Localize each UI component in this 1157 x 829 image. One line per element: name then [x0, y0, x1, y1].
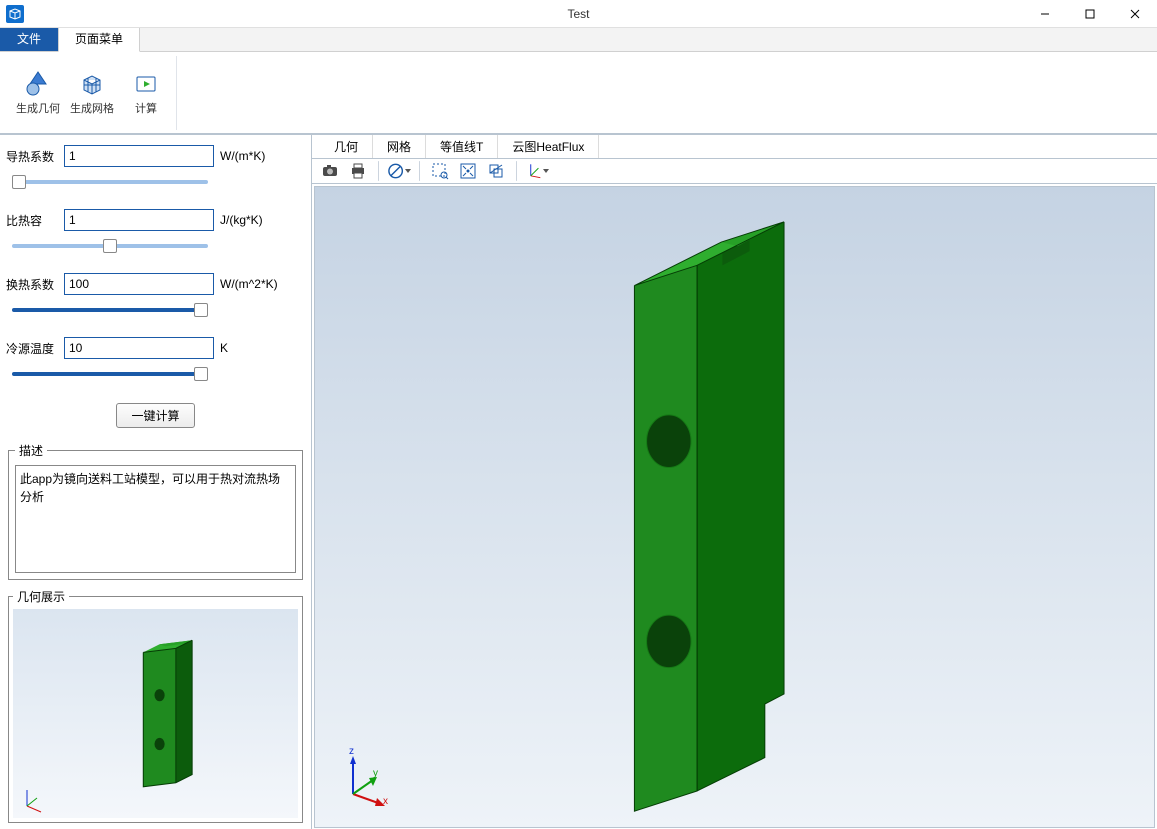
param-conductivity: 导热系数 W/(m*K) — [6, 145, 305, 201]
parameters-panel: 导热系数 W/(m*K) 比热容 J/(kg*K) 换热系数 W/(m^2*K) — [0, 135, 312, 829]
print-icon[interactable] — [346, 159, 370, 183]
zoom-rect-icon[interactable] — [428, 159, 452, 183]
file-tab-file[interactable]: 文件 — [0, 25, 58, 51]
toolbar-separator — [516, 161, 517, 181]
axis-triad: z x y — [333, 750, 393, 813]
geom-preview-fieldset: 几何展示 — [8, 588, 303, 823]
main-shape — [315, 187, 1154, 827]
one-click-calc-button[interactable]: 一键计算 — [116, 403, 194, 428]
camera-icon[interactable] — [318, 159, 342, 183]
geom-preview-canvas[interactable] — [13, 609, 298, 818]
preview-shape — [13, 609, 298, 818]
file-tabs: 文件 页面菜单 — [0, 28, 1157, 52]
heat-capacity-slider[interactable] — [12, 244, 208, 248]
window-controls — [1022, 0, 1157, 28]
play-icon — [132, 70, 160, 98]
geom-preview-legend: 几何展示 — [13, 588, 69, 605]
gen-mesh-button[interactable]: 生成网格 — [68, 56, 116, 130]
description-text: 此app为镜向送料工站模型，可以用于热对流热场分析 — [15, 465, 296, 573]
param-heat-capacity: 比热容 J/(kg*K) — [6, 209, 305, 265]
cube-mesh-icon — [78, 70, 106, 98]
3d-viewport[interactable]: z x y — [314, 186, 1155, 828]
no-entry-icon[interactable] — [387, 159, 411, 183]
htc-unit: W/(m^2*K) — [220, 277, 278, 291]
heat-capacity-input[interactable] — [64, 209, 214, 231]
ribbon-group: 生成几何 生成网格 计算 — [8, 56, 177, 130]
htc-input[interactable] — [64, 273, 214, 295]
gen-geom-label: 生成几何 — [16, 100, 60, 116]
maximize-button[interactable] — [1067, 0, 1112, 28]
heat-capacity-unit: J/(kg*K) — [220, 213, 263, 227]
transparency-icon[interactable] — [484, 159, 508, 183]
shapes-icon — [24, 70, 52, 98]
conductivity-label: 导热系数 — [6, 148, 58, 165]
window-title: Test — [0, 7, 1157, 21]
cold-temp-slider[interactable] — [12, 372, 208, 376]
compute-button[interactable]: 计算 — [122, 56, 170, 130]
fit-view-icon[interactable] — [456, 159, 480, 183]
cold-temp-unit: K — [220, 341, 228, 355]
view-tab-cloud[interactable]: 云图HeatFlux — [498, 135, 599, 158]
htc-label: 换热系数 — [6, 276, 58, 293]
heat-capacity-label: 比热容 — [6, 212, 58, 229]
view-tab-contour[interactable]: 等值线T — [426, 135, 498, 158]
minimize-button[interactable] — [1022, 0, 1067, 28]
compute-label: 计算 — [135, 100, 157, 116]
ribbon: 生成几何 生成网格 计算 — [0, 52, 1157, 134]
description-fieldset: 描述 此app为镜向送料工站模型，可以用于热对流热场分析 — [8, 442, 303, 580]
axes-icon[interactable] — [525, 159, 549, 183]
toolbar-separator — [378, 161, 379, 181]
title-bar: Test — [0, 0, 1157, 28]
axis-y-label: y — [373, 768, 378, 779]
conductivity-slider[interactable] — [12, 180, 208, 184]
view-tab-mesh[interactable]: 网格 — [373, 135, 426, 158]
view-tab-geom[interactable]: 几何 — [320, 135, 373, 158]
body: 导热系数 W/(m*K) 比热容 J/(kg*K) 换热系数 W/(m^2*K) — [0, 134, 1157, 829]
description-legend: 描述 — [15, 442, 47, 459]
file-tab-page-menu[interactable]: 页面菜单 — [58, 25, 140, 52]
app-icon — [6, 5, 24, 23]
axis-z-label: z — [349, 746, 354, 757]
close-button[interactable] — [1112, 0, 1157, 28]
param-cold-temp: 冷源温度 K — [6, 337, 305, 393]
cold-temp-label: 冷源温度 — [6, 340, 58, 357]
conductivity-input[interactable] — [64, 145, 214, 167]
axis-x-label: x — [383, 796, 388, 807]
preview-axis-triad — [17, 786, 47, 816]
toolbar-separator — [419, 161, 420, 181]
param-htc: 换热系数 W/(m^2*K) — [6, 273, 305, 329]
gen-mesh-label: 生成网格 — [70, 100, 114, 116]
htc-slider[interactable] — [12, 308, 208, 312]
gen-geom-button[interactable]: 生成几何 — [14, 56, 62, 130]
conductivity-unit: W/(m*K) — [220, 149, 265, 163]
view-toolbar — [312, 159, 1157, 184]
cold-temp-input[interactable] — [64, 337, 214, 359]
view-tabs: 几何 网格 等值线T 云图HeatFlux — [312, 135, 1157, 159]
view-panel: 几何 网格 等值线T 云图HeatFlux — [312, 135, 1157, 829]
